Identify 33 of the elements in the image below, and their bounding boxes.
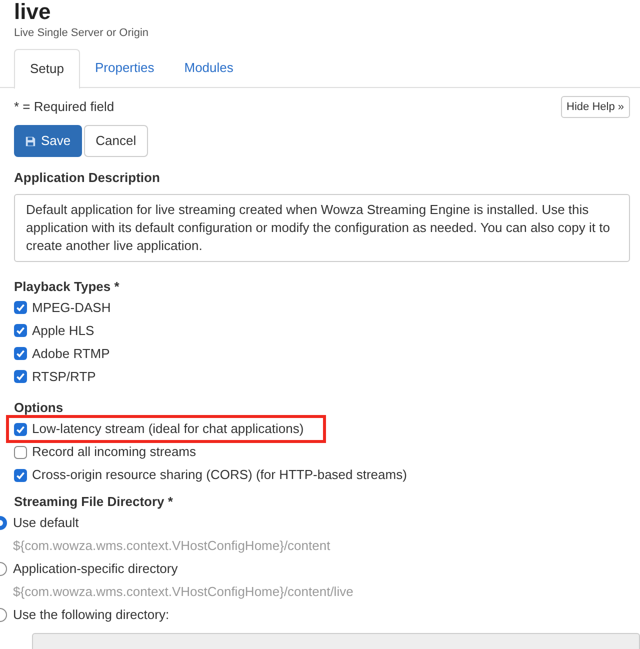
checkbox-label: Record all incoming streams bbox=[32, 443, 196, 462]
field-label: Options bbox=[14, 399, 64, 417]
required-note: * = Required field bbox=[14, 98, 114, 116]
radio-label: Application-specific directory bbox=[13, 560, 178, 578]
checkbox-label: Apple HLS bbox=[32, 322, 94, 340]
field-label: Application Description bbox=[14, 169, 161, 187]
checkbox[interactable] bbox=[14, 446, 27, 458]
radio-label: Use default bbox=[13, 514, 79, 532]
checkbox[interactable] bbox=[14, 422, 27, 436]
checkbox[interactable] bbox=[14, 370, 27, 383]
checkbox[interactable] bbox=[14, 347, 27, 360]
checkbox[interactable] bbox=[14, 468, 27, 482]
tab[interactable]: Properties bbox=[80, 48, 170, 88]
checkbox-label: Low-latency stream (ideal for chat applications) bbox=[32, 420, 304, 438]
page-subtitle: Live Single Server or Origin bbox=[14, 26, 150, 41]
tab[interactable]: Setup bbox=[14, 48, 80, 88]
checkbox-label: RTSP/RTP bbox=[32, 368, 96, 386]
directory-path: ${com.wowza.wms.context.VHostConfigHome}/content bbox=[12, 536, 332, 555]
hide-help-button[interactable]: Hide Help » bbox=[560, 96, 630, 118]
tab[interactable]: Modules bbox=[169, 48, 248, 88]
checkbox-label: Adobe RTMP bbox=[32, 344, 110, 363]
field-label: Playback Types * bbox=[14, 278, 120, 296]
checkbox[interactable] bbox=[14, 324, 27, 337]
save-button[interactable]: Save bbox=[14, 125, 82, 157]
field-label: Streaming File Directory * bbox=[14, 492, 174, 511]
radio-label: Use the following directory: bbox=[13, 606, 170, 624]
description-field[interactable]: Default application for live streaming created when Wowza Streaming Engine is installed. Use this application with its default configuration or modify the configuration as needed. You can also copy it to create another live application. bbox=[14, 194, 630, 262]
cancel-button[interactable]: Cancel bbox=[84, 125, 148, 157]
page-title: live bbox=[14, 0, 52, 24]
checkbox[interactable] bbox=[14, 301, 27, 314]
checkbox-label: MPEG-DASH bbox=[32, 298, 111, 317]
checkbox-label: Cross-origin resource sharing (CORS) (for HTTP-based streams) bbox=[32, 466, 407, 484]
directory-path: ${com.wowza.wms.context.VHostConfigHome}/content/live bbox=[12, 582, 354, 601]
